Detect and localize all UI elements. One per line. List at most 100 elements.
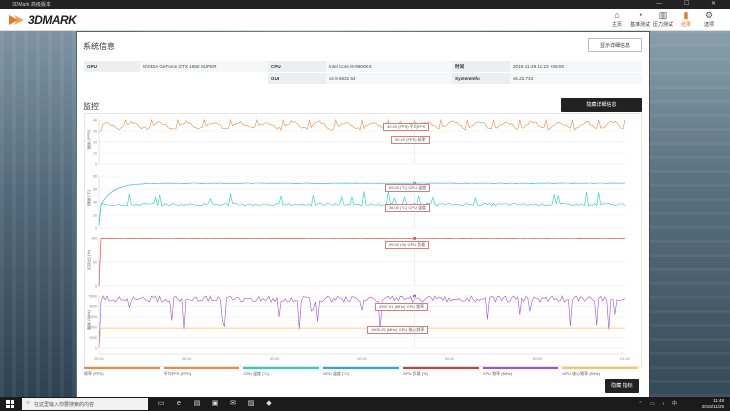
hide-markers-button[interactable]: 隐藏 指标 (605, 379, 639, 393)
legend-item[interactable]: GPU 温度 (°C) (323, 367, 403, 377)
legend-item[interactable]: CPU 频率 (MHz) (482, 367, 563, 377)
3dmark-icon[interactable]: ◆ (262, 399, 276, 409)
window-title: 3DMark 高级版本 (12, 2, 51, 8)
nav-item-0[interactable]: ⌂ 主页 (606, 10, 628, 28)
nav-label: 压力测试 (652, 22, 673, 28)
home-icon: ⌂ (614, 10, 620, 20)
legend-label: GPU 温度 (°C) (323, 371, 350, 376)
y-tick-label: 0 (95, 284, 97, 288)
legend-item[interactable]: 帧率 (FPS) (84, 367, 164, 377)
nav-label: 结果 (680, 22, 691, 28)
y-tick-label: 4000 (89, 305, 97, 309)
y-tick-label: 0 (95, 346, 97, 350)
nav-item-4[interactable]: ⚙ 选项 (698, 10, 720, 28)
y-tick-label: 60 (93, 187, 97, 191)
legend-swatch (562, 367, 639, 369)
info-value: v5.22.743 (510, 73, 642, 84)
nav-item-3[interactable]: ▮ 结果 (675, 10, 697, 28)
series-line-0-0 (99, 118, 626, 132)
series-line-3-0 (98, 295, 626, 349)
y-tick-label: 100 (91, 236, 97, 240)
background-art-right (650, 30, 730, 397)
legend-item[interactable]: CPU 温度 (°C) (243, 367, 323, 377)
search-placeholder: 在这里输入你要搜索的内容 (34, 402, 95, 408)
pinned-apps: ▭ e ▤ ▣ ✉ ▨ ◆ (154, 399, 280, 409)
window-titlebar[interactable]: 3DMark 高级版本 — ☐ ✕ (0, 0, 730, 9)
info-row: GPU NVIDIA GeForce GTX 1650 SUPER CPU Intel… (84, 61, 642, 72)
results-panel: 系统信息 显示详细信息 GPU NVIDIA GeForce GTX 1650 S… (77, 32, 649, 397)
x-tick-label: 00:40 (445, 357, 455, 361)
y-tick-label: 10 (93, 151, 97, 155)
legend-swatch (482, 367, 559, 369)
window-controls[interactable]: — ☐ ✕ (656, 0, 726, 7)
y-tick-label: 30 (93, 129, 97, 133)
system-info-title: 系统信息 (83, 42, 115, 51)
y-axis-label: 百分比 (%) (86, 250, 91, 270)
3dmark-logo-icon (9, 15, 24, 25)
system-tray-icons[interactable]: ⌃ ▭ ♪ 中 (638, 400, 680, 407)
gauge-icon: ◔ (637, 10, 643, 20)
x-tick-label: 00:10 (182, 357, 192, 361)
legend-swatch (243, 367, 320, 369)
legend-item[interactable]: GPU 负载 (%) (402, 367, 483, 377)
nav-item-2[interactable]: ▥ 压力测试 (652, 10, 674, 28)
info-value: Intel Core i9-9900KS (326, 61, 452, 72)
app-logo: 3DMARK (8, 12, 88, 28)
legend-item[interactable]: GPU 核心频率 (MHz) (562, 367, 642, 377)
info-label: CPU (268, 61, 326, 72)
legend-label: GPU 负载 (%) (402, 371, 428, 376)
store-icon[interactable]: ▣ (208, 399, 222, 409)
info-label: SystemInfo (452, 73, 510, 84)
search-icon: ○ (26, 400, 30, 406)
value-callout: 4997.01 (MHz) CPU 频率 (375, 303, 429, 311)
value-callout: 30.42 (FPS) 帧率 (391, 136, 430, 144)
nav-item-1[interactable]: ◔ 基准测试 (629, 10, 651, 28)
hide-details-button[interactable]: 隐藏详细信息 (561, 98, 642, 112)
y-tick-label: 50 (93, 260, 97, 264)
legend-swatch (84, 367, 160, 369)
legend-swatch (163, 367, 240, 369)
show-details-button[interactable]: 显示详细信息 (588, 38, 642, 52)
legend-swatch (323, 367, 399, 369)
taskbar-search-input[interactable]: ○ 在这里输入你要搜索的内容 (22, 398, 148, 410)
file-explorer-icon[interactable]: ▤ (190, 399, 204, 409)
y-tick-label: 5000 (89, 294, 97, 298)
series-line-3-1 (98, 327, 625, 349)
x-tick-label: 00:50 (533, 357, 543, 361)
gear-icon: ⚙ (704, 10, 714, 20)
y-tick-label: 0 (95, 162, 97, 166)
series-line-1-1 (98, 191, 626, 225)
background-art-left (0, 30, 76, 397)
photos-icon[interactable]: ▨ (244, 399, 258, 409)
legend-label: CPU 温度 (°C) (243, 371, 270, 376)
info-value: 2019-11-29 11:23 +08:00 (510, 61, 642, 72)
y-axis-label: 温度 (°C) (86, 190, 91, 207)
monitoring-charts: 0 10 20 30 40 0 20 40 60 80 0 50 100 0 1000 2000 3000 400… (84, 113, 642, 367)
edge-icon[interactable]: e (172, 399, 186, 409)
y-tick-label: 1000 (89, 336, 97, 340)
nav-label: 选项 (703, 22, 714, 28)
task-view-icon[interactable]: ▭ (154, 399, 168, 409)
value-callout: 99.00 (%) GPU 负载 (385, 241, 430, 249)
taskbar: ○ 在这里输入你要搜索的内容 ▭ e ▤ ▣ ✉ ▨ ◆ ⌃ ▭ ♪ 中 11:48 201… (0, 397, 730, 411)
y-tick-label: 0 (95, 226, 97, 230)
x-tick-label: 00:00 (94, 357, 104, 361)
info-label: GUI (268, 73, 326, 84)
value-callout: 69.00 (°C) GPU 温度 (385, 184, 431, 192)
windows-start-icon[interactable] (6, 400, 14, 408)
chart-legend: 帧率 (FPS) 平均FPS (FPS) CPU 温度 (°C) GPU 温度 (°C… (84, 367, 642, 377)
main-nav: ⌂ 主页 ◔ 基准测试 ▥ 压力测试 ▮ 结果 ⚙ 选项 (605, 10, 720, 28)
info-value: v2.9.6631 64 (326, 73, 452, 84)
legend-label: 帧率 (FPS) (84, 371, 104, 376)
clock[interactable]: 11:48 2019/11/29 (702, 398, 724, 410)
monitoring-chart-svg: 0102030400204060800501000100020003000400… (89, 118, 630, 361)
y-axis-label: 频率 (MHz) (86, 310, 91, 330)
legend-label: 平均FPS (FPS) (163, 371, 192, 376)
legend-item[interactable]: 平均FPS (FPS) (163, 367, 244, 377)
info-label (84, 73, 140, 84)
bar-chart-icon: ▮ (683, 10, 689, 20)
x-tick-label: 00:20 (270, 357, 280, 361)
y-axis-label: 帧率 (FPS) (86, 130, 91, 150)
mail-icon[interactable]: ✉ (226, 399, 240, 409)
value-callout: 30.00 (FPS) 平均FPS (383, 123, 430, 131)
